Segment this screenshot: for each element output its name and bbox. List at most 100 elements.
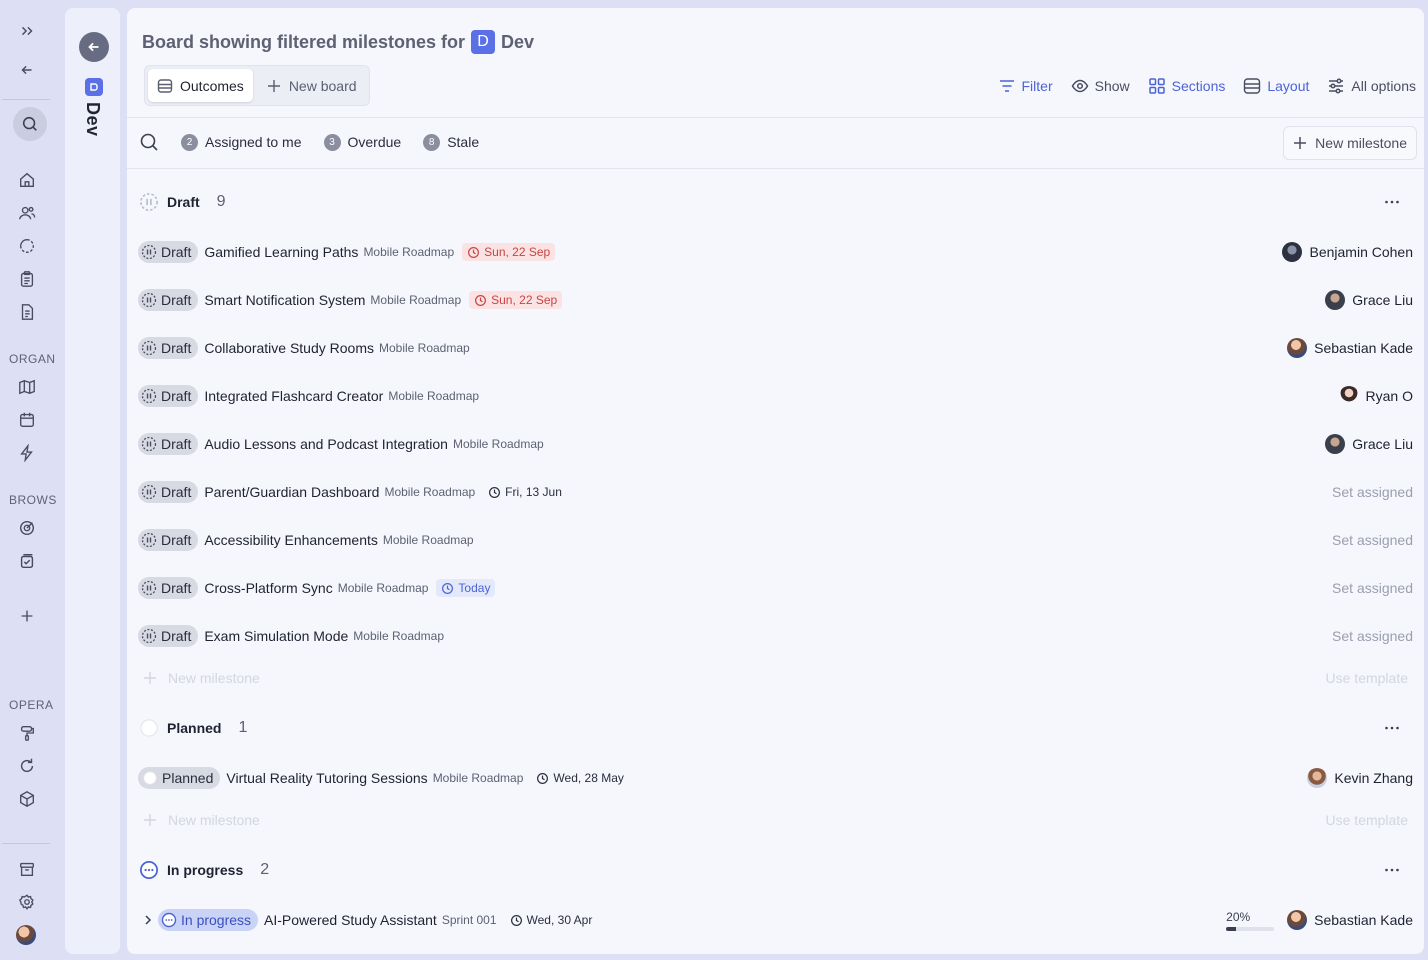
milestone-title[interactable]: AI-Powered Study Assistant: [264, 912, 437, 928]
new-milestone-button[interactable]: New milestone: [1283, 126, 1417, 160]
set-assigned-button[interactable]: Set assigned: [1332, 580, 1413, 596]
paint-roller-icon[interactable]: [12, 718, 42, 748]
milestone-project[interactable]: Mobile Roadmap: [453, 437, 544, 451]
status-pill[interactable]: Draft: [138, 481, 199, 503]
set-assigned-button[interactable]: Set assigned: [1332, 532, 1413, 548]
search-filter-button[interactable]: [139, 132, 159, 152]
assignee[interactable]: Benjamin Cohen: [1282, 242, 1413, 262]
status-pill[interactable]: Draft: [138, 385, 199, 407]
due-date[interactable]: Fri, 13 Jun: [483, 483, 567, 501]
new-milestone-row[interactable]: New milestone Use template: [143, 810, 1408, 830]
home-icon[interactable]: [12, 165, 42, 195]
status-pill[interactable]: Draft: [138, 529, 199, 551]
quick-filter-stale[interactable]: 8 Stale: [423, 133, 479, 151]
milestone-title[interactable]: Virtual Reality Tutoring Sessions: [226, 770, 427, 786]
back-arrow-icon[interactable]: [12, 55, 42, 85]
assignee[interactable]: 20% Sebastian Kade: [1226, 910, 1413, 931]
milestone-title[interactable]: Gamified Learning Paths: [204, 244, 358, 260]
search-icon[interactable]: [13, 107, 47, 141]
add-icon[interactable]: [12, 601, 42, 631]
milestone-row[interactable]: Draft Cross-Platform Sync Mobile Roadmap To…: [138, 574, 1413, 602]
milestone-title[interactable]: Collaborative Study Rooms: [204, 340, 374, 356]
new-milestone-inline[interactable]: New milestone: [168, 812, 260, 828]
milestone-title[interactable]: Exam Simulation Mode: [204, 628, 348, 644]
people-icon[interactable]: [12, 198, 42, 228]
filter-button[interactable]: Filter: [998, 74, 1053, 98]
due-date[interactable]: Wed, 28 May: [531, 769, 628, 787]
user-avatar[interactable]: [16, 925, 36, 945]
target-icon[interactable]: [12, 513, 42, 543]
status-pill[interactable]: Draft: [138, 433, 199, 455]
milestone-row[interactable]: Draft Audio Lessons and Podcast Integrati…: [138, 430, 1413, 458]
archive-icon[interactable]: [12, 854, 42, 884]
assignee[interactable]: Ryan O: [1338, 386, 1413, 406]
layout-button[interactable]: Layout: [1243, 74, 1309, 98]
status-pill[interactable]: Draft: [138, 577, 199, 599]
bolt-icon[interactable]: [12, 438, 42, 468]
calendar-icon[interactable]: [12, 405, 42, 435]
settings-gear-icon[interactable]: [12, 887, 42, 917]
space-name[interactable]: Dev: [82, 102, 103, 137]
tab-new-board[interactable]: New board: [257, 69, 366, 102]
milestone-row[interactable]: Draft Gamified Learning Paths Mobile Roadm…: [138, 238, 1413, 266]
quick-filter-overdue[interactable]: 3 Overdue: [323, 133, 401, 151]
use-template-button[interactable]: Use template: [1326, 670, 1408, 686]
milestone-title[interactable]: Integrated Flashcard Creator: [204, 388, 383, 404]
more-options-button[interactable]: [1380, 716, 1404, 740]
use-template-button[interactable]: Use template: [1326, 812, 1408, 828]
back-circle-icon[interactable]: [79, 32, 109, 62]
expand-chevron-icon[interactable]: [141, 913, 155, 927]
all-options-button[interactable]: All options: [1327, 74, 1416, 98]
tab-outcomes[interactable]: Outcomes: [148, 69, 253, 102]
more-options-button[interactable]: [1380, 858, 1404, 882]
assignee[interactable]: Grace Liu: [1325, 290, 1413, 310]
milestone-row[interactable]: Draft Smart Notification System Mobile Roa…: [138, 286, 1413, 314]
milestone-title[interactable]: Audio Lessons and Podcast Integration: [204, 436, 448, 452]
more-options-button[interactable]: [1380, 190, 1404, 214]
milestone-project[interactable]: Mobile Roadmap: [353, 629, 444, 643]
milestone-title[interactable]: Smart Notification System: [204, 292, 365, 308]
clipboard-icon[interactable]: [12, 264, 42, 294]
status-pill[interactable]: Planned: [138, 767, 221, 789]
section-header-draft[interactable]: Draft 9: [139, 190, 226, 214]
milestone-row[interactable]: Draft Collaborative Study Rooms Mobile Roa…: [138, 334, 1413, 362]
milestone-row[interactable]: Draft Exam Simulation Mode Mobile Roadmap S…: [138, 622, 1413, 650]
status-pill[interactable]: Draft: [138, 337, 199, 359]
due-date[interactable]: Wed, 30 Apr: [505, 911, 598, 929]
milestone-project[interactable]: Mobile Roadmap: [338, 581, 429, 595]
due-date[interactable]: Sun, 22 Sep: [462, 243, 556, 261]
status-pill[interactable]: In progress: [158, 909, 259, 931]
sections-button[interactable]: Sections: [1148, 74, 1225, 98]
assignee[interactable]: Sebastian Kade: [1287, 338, 1413, 358]
milestone-project[interactable]: Mobile Roadmap: [379, 341, 470, 355]
document-icon[interactable]: [12, 297, 42, 327]
milestone-row[interactable]: Draft Integrated Flashcard Creator Mobile …: [138, 382, 1413, 410]
milestone-title[interactable]: Accessibility Enhancements: [204, 532, 378, 548]
section-header-planned[interactable]: Planned 1: [139, 716, 247, 740]
check-square-icon[interactable]: [12, 546, 42, 576]
milestone-row[interactable]: Draft Parent/Guardian Dashboard Mobile Roa…: [138, 478, 1413, 506]
new-milestone-inline[interactable]: New milestone: [168, 670, 260, 686]
activity-icon[interactable]: [12, 231, 42, 261]
package-icon[interactable]: [12, 784, 42, 814]
new-milestone-row[interactable]: New milestone Use template: [143, 668, 1408, 688]
status-pill[interactable]: Draft: [138, 289, 199, 311]
assignee[interactable]: Grace Liu: [1325, 434, 1413, 454]
show-button[interactable]: Show: [1071, 74, 1130, 98]
milestone-project[interactable]: Mobile Roadmap: [370, 293, 461, 307]
set-assigned-button[interactable]: Set assigned: [1332, 628, 1413, 644]
milestone-project[interactable]: Mobile Roadmap: [363, 245, 454, 259]
milestone-row[interactable]: In progress AI-Powered Study Assistant Spr…: [138, 906, 1413, 934]
map-icon[interactable]: [12, 372, 42, 402]
milestone-project[interactable]: Sprint 001: [442, 913, 497, 927]
assignee[interactable]: Kevin Zhang: [1307, 768, 1413, 788]
quick-filter-assigned[interactable]: 2 Assigned to me: [181, 133, 302, 151]
milestone-project[interactable]: Mobile Roadmap: [384, 485, 475, 499]
milestone-row[interactable]: Draft Accessibility Enhancements Mobile Ro…: [138, 526, 1413, 554]
set-assigned-button[interactable]: Set assigned: [1332, 484, 1413, 500]
milestone-project[interactable]: Mobile Roadmap: [433, 771, 524, 785]
status-pill[interactable]: Draft: [138, 625, 199, 647]
milestone-project[interactable]: Mobile Roadmap: [388, 389, 479, 403]
milestone-row[interactable]: Planned Virtual Reality Tutoring Sessions…: [138, 764, 1413, 792]
due-date[interactable]: Today: [436, 579, 496, 597]
